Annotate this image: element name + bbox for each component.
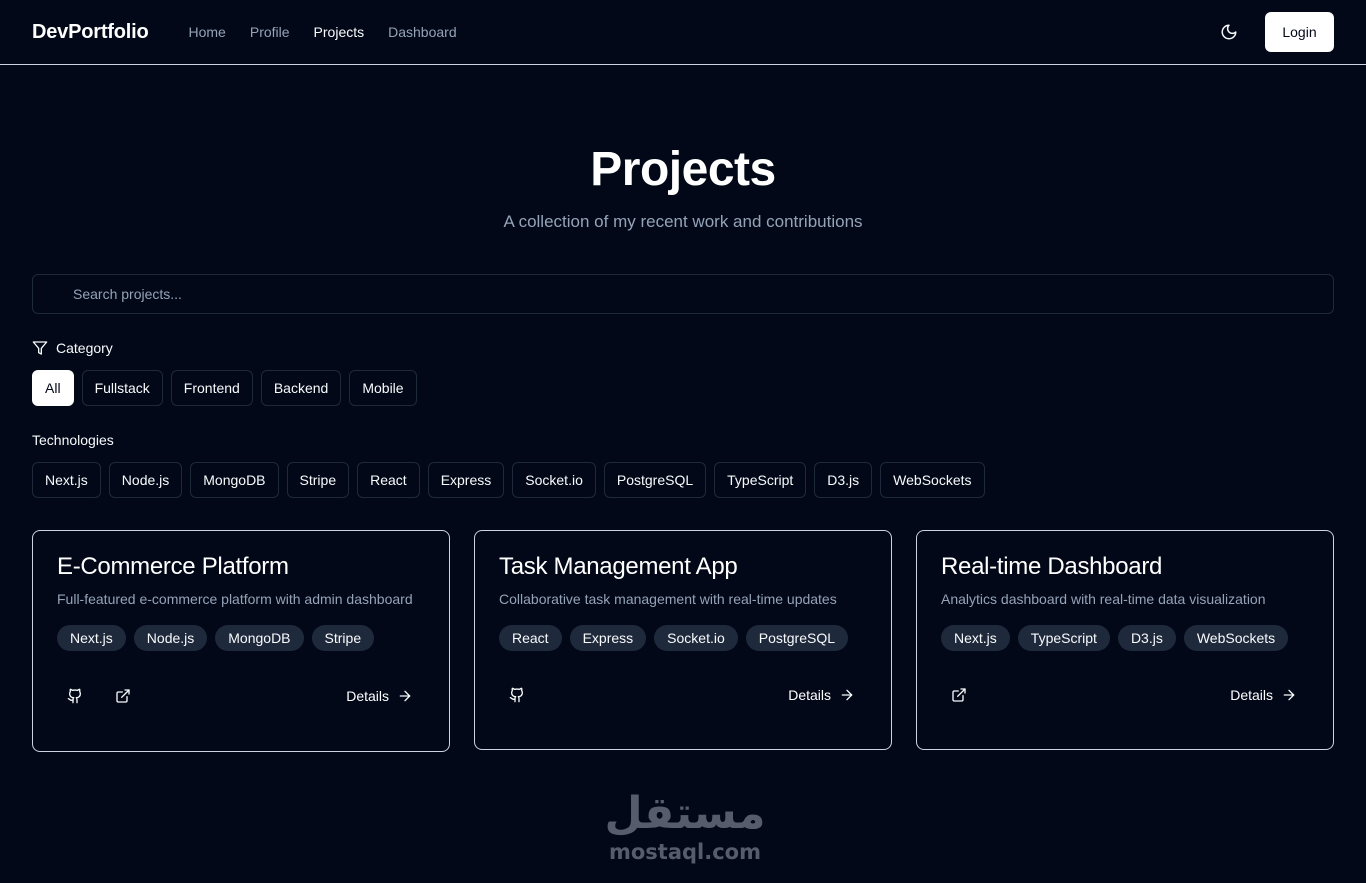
tech-tag: D3.js (1117, 625, 1176, 651)
tech-chip-socketio[interactable]: Socket.io (512, 462, 596, 498)
watermark-arabic: مستقل (604, 788, 766, 839)
search-box (32, 274, 1334, 314)
tech-tag: PostgreSQL (745, 625, 849, 651)
tech-tag: Stripe (311, 625, 375, 651)
tech-tag: React (499, 625, 562, 651)
tech-chip-express[interactable]: Express (427, 462, 505, 498)
details-button[interactable]: Details (788, 687, 867, 703)
category-chip-fullstack[interactable]: Fullstack (81, 370, 163, 406)
details-label: Details (1230, 687, 1273, 703)
category-chip-all[interactable]: All (32, 370, 74, 406)
github-icon[interactable] (499, 677, 535, 713)
project-description: Analytics dashboard with real-time data … (941, 591, 1266, 607)
tech-chip-nextjs[interactable]: Next.js (32, 462, 101, 498)
watermark-logo: مستقل mostaql.com (600, 788, 770, 865)
nav-link-profile[interactable]: Profile (250, 24, 290, 40)
tech-chip-react[interactable]: React (357, 462, 420, 498)
tech-tag: Socket.io (654, 625, 738, 651)
category-chip-mobile[interactable]: Mobile (349, 370, 417, 406)
page-title: Projects (590, 143, 776, 196)
tech-chip-postgresql[interactable]: PostgreSQL (603, 462, 707, 498)
details-button[interactable]: Details (1230, 687, 1309, 703)
tech-tag: TypeScript (1017, 625, 1110, 651)
details-label: Details (346, 688, 389, 704)
project-card-footer: Details (941, 651, 1309, 749)
tech-tag: Node.js (133, 625, 208, 651)
search-input[interactable] (73, 286, 1333, 302)
project-cards: E-Commerce Platform Full-featured e-comm… (32, 530, 1334, 752)
category-chip-frontend[interactable]: Frontend (170, 370, 253, 406)
project-tags: Next.js Node.js MongoDB Stripe (57, 625, 425, 651)
project-tags: Next.js TypeScript D3.js WebSockets (941, 625, 1309, 651)
tech-tag: Express (569, 625, 647, 651)
technology-chips: Next.js Node.js MongoDB Stripe React Exp… (32, 462, 1334, 498)
project-card-footer: Details (499, 651, 867, 749)
nav-link-dashboard[interactable]: Dashboard (388, 24, 457, 40)
project-tags: React Express Socket.io PostgreSQL (499, 625, 867, 651)
nav-link-projects[interactable]: Projects (314, 24, 365, 40)
page-subtitle: A collection of my recent work and contr… (503, 212, 863, 231)
nav-link-home[interactable]: Home (189, 24, 226, 40)
hero: Projects A collection of my recent work … (0, 65, 1366, 232)
tech-chip-stripe[interactable]: Stripe (286, 462, 350, 498)
details-label: Details (788, 687, 831, 703)
project-card: Real-time Dashboard Analytics dashboard … (916, 530, 1334, 750)
brand-logo[interactable]: DevPortfolio (32, 21, 149, 44)
nav-actions: Login (1219, 12, 1334, 52)
project-description: Full-featured e-commerce platform with a… (57, 591, 413, 607)
project-card: E-Commerce Platform Full-featured e-comm… (32, 530, 450, 752)
tech-tag: MongoDB (215, 625, 304, 651)
tech-chip-d3js[interactable]: D3.js (814, 462, 873, 498)
filter-icon (32, 341, 48, 355)
tech-chip-nodejs[interactable]: Node.js (108, 462, 183, 498)
tech-tag: Next.js (941, 625, 1010, 651)
github-icon[interactable] (57, 678, 93, 714)
tech-tag: Next.js (57, 625, 126, 651)
category-filter-label: Category (32, 340, 1334, 356)
category-chip-backend[interactable]: Backend (260, 370, 342, 406)
moon-icon[interactable] (1219, 22, 1239, 42)
project-title: E-Commerce Platform (57, 553, 289, 580)
category-label: Category (56, 340, 113, 356)
tech-chip-typescript[interactable]: TypeScript (714, 462, 807, 498)
tech-tag: WebSockets (1183, 625, 1289, 651)
tech-chip-mongodb[interactable]: MongoDB (190, 462, 279, 498)
external-link-icon[interactable] (105, 678, 141, 714)
technologies-label: Technologies (32, 432, 114, 448)
tech-chip-websockets[interactable]: WebSockets (880, 462, 985, 498)
login-button[interactable]: Login (1265, 12, 1334, 52)
details-button[interactable]: Details (346, 688, 425, 704)
external-link-icon[interactable] (941, 677, 977, 713)
project-title: Task Management App (499, 553, 738, 580)
project-title: Real-time Dashboard (941, 553, 1163, 580)
project-card-footer: Details (57, 651, 425, 751)
project-card: Task Management App Collaborative task m… (474, 530, 892, 750)
main-content: Category All Fullstack Frontend Backend … (0, 274, 1366, 752)
category-chips: All Fullstack Frontend Backend Mobile (32, 370, 1334, 406)
watermark-latin: mostaql.com (609, 840, 761, 864)
navbar: DevPortfolio Home Profile Projects Dashb… (0, 0, 1366, 65)
arrow-right-icon (399, 690, 411, 702)
nav-links: Home Profile Projects Dashboard (189, 24, 457, 40)
arrow-right-icon (1283, 689, 1295, 701)
arrow-right-icon (841, 689, 853, 701)
project-description: Collaborative task management with real-… (499, 591, 837, 607)
